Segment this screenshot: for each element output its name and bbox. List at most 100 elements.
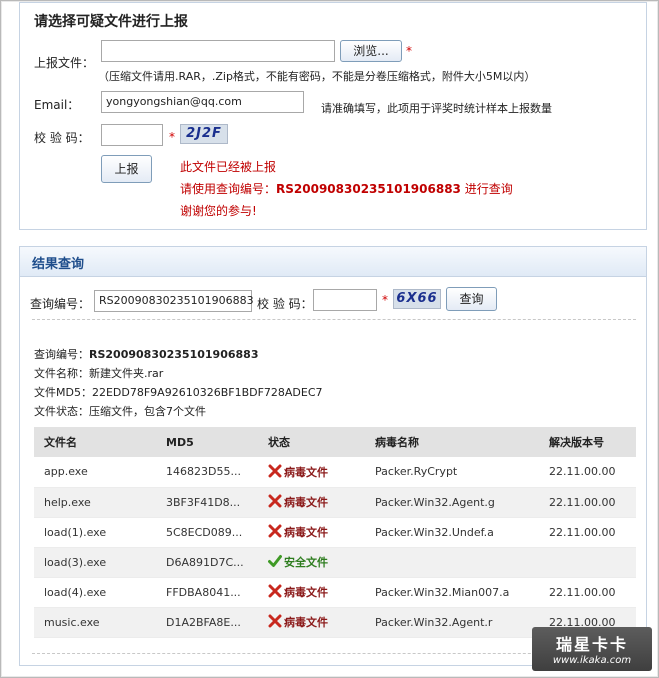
query-button[interactable]: 查询 [446, 287, 497, 311]
query-id-message: 请使用查询编号：RS20090830235101906883 进行查询 [180, 180, 513, 197]
virus-x-icon [268, 584, 282, 598]
upload-title: 请选择可疑文件进行上报 [34, 14, 188, 30]
row-file-name: load(4).exe [34, 577, 156, 608]
row-status-text: 病毒文件 [284, 465, 328, 479]
info-file-md5-value: 22EDD78F9A92610326BF1BDF728ADEC7 [91, 386, 323, 399]
query-captcha-required-mark: * [382, 293, 388, 307]
row-virus-name: Packer.Win32.Agent.r [365, 607, 539, 638]
row-status: 病毒文件 [258, 607, 365, 638]
info-file-name-value: 新建文件夹.rar [89, 367, 164, 380]
query-id-prefix: 请使用查询编号： [180, 182, 277, 196]
row-status: 安全文件 [258, 547, 365, 578]
row-md5: 3BF3F41D8... [156, 487, 258, 518]
row-virus-name: Packer.Win32.Agent.g [365, 487, 539, 518]
virus-x-icon [268, 524, 282, 538]
info-query-id: 查询编号：RS20090830235101906883 [34, 346, 258, 362]
info-query-id-label: 查询编号： [34, 348, 89, 361]
row-file-name: app.exe [34, 457, 156, 488]
file-path-input[interactable] [101, 40, 335, 62]
row-status-text: 安全文件 [284, 556, 328, 569]
upload-panel: 请选择可疑文件进行上报 上报文件： 浏览... * （压缩文件请用.RAR，.Z… [19, 2, 647, 230]
divider [32, 319, 636, 320]
email-hint: 请准确填写，此项用于评奖时统计样本上报数量 [321, 102, 552, 115]
header-virus-name: 病毒名称 [365, 427, 539, 457]
window-frame: 请选择可疑文件进行上报 上报文件： 浏览... * （压缩文件请用.RAR，.Z… [0, 0, 659, 678]
submit-report-button[interactable]: 上报 [101, 155, 152, 183]
query-captcha-image: 6X66 [393, 289, 441, 309]
upload-captcha-label: 校 验 码： [34, 131, 90, 145]
row-status: 病毒文件 [258, 517, 365, 548]
info-file-md5: 文件MD5：22EDD78F9A92610326BF1BDF728ADEC7 [34, 384, 323, 400]
table-row: help.exe 3BF3F41D8... 病毒文件 Packer.Win32.… [34, 487, 636, 518]
browse-button[interactable]: 浏览... [340, 40, 402, 62]
row-status: 病毒文件 [258, 457, 365, 488]
info-file-md5-label: 文件MD5： [34, 386, 92, 399]
query-captcha-input[interactable] [313, 289, 377, 311]
email-label: Email： [34, 98, 80, 112]
thanks-message: 谢谢您的参与! [180, 204, 257, 218]
header-status: 状态 [258, 427, 365, 457]
row-virus-name [365, 547, 539, 578]
watermark-logo: 瑞星卡卡 [555, 635, 628, 654]
captcha-required-mark: * [169, 130, 175, 144]
query-id-label: 查询编号： [30, 297, 91, 311]
virus-x-icon [268, 464, 282, 478]
file-format-hint: （压缩文件请用.RAR，.Zip格式，不能有密码，不能是分卷压缩格式，附件大小5… [98, 70, 536, 83]
table-header-row: 文件名 MD5 状态 病毒名称 解决版本号 [34, 427, 636, 457]
query-id-input[interactable]: RS20090830235101906883 [94, 290, 254, 312]
row-virus-name: Packer.RyCrypt [365, 457, 539, 488]
upload-captcha-input[interactable] [101, 124, 163, 146]
file-required-mark: * [406, 44, 412, 58]
row-file-name: load(3).exe [34, 547, 156, 578]
row-md5: D1A2BFA8E... [156, 607, 258, 638]
table-row: app.exe 146823D55... 病毒文件 Packer.RyCrypt… [34, 457, 636, 488]
row-status-text: 病毒文件 [284, 526, 328, 539]
file-label: 上报文件： [34, 56, 95, 70]
row-md5: D6A891D7C... [156, 547, 258, 578]
row-fix-version [539, 547, 636, 578]
row-md5: 146823D55... [156, 457, 258, 488]
row-file-name: help.exe [34, 487, 156, 518]
email-input[interactable]: yongyongshian@qq.com [101, 91, 304, 113]
query-captcha-label: 校 验 码： [257, 297, 313, 311]
query-id-suffix: 进行查询 [460, 182, 513, 196]
info-file-name: 文件名称：新建文件夹.rar [34, 365, 163, 381]
virus-x-icon [268, 614, 282, 628]
info-query-id-value: RS20090830235101906883 [89, 348, 259, 361]
result-panel: 结果查询 查询编号： RS20090830235101906883 校 验 码：… [19, 246, 647, 666]
row-status-text: 病毒文件 [284, 586, 328, 599]
info-file-status-label: 文件状态： [34, 405, 89, 418]
safe-check-icon [268, 555, 282, 567]
row-virus-name: Packer.Win32.Mian007.a [365, 577, 539, 608]
table-row: load(1).exe 5C8ECD089... 病毒文件 Packer.Win… [34, 517, 636, 548]
header-md5: MD5 [156, 427, 258, 457]
table-row: load(3).exe D6A891D7C... 安全文件 [34, 547, 636, 578]
row-md5: FFDBA8041... [156, 577, 258, 608]
already-reported-message: 此文件已经被上报 [180, 160, 277, 174]
row-md5: 5C8ECD089... [156, 517, 258, 548]
upload-captcha-image: 2J2F [180, 124, 228, 144]
row-fix-version: 22.11.00.00 [539, 457, 636, 488]
header-file-name: 文件名 [34, 427, 156, 457]
row-file-name: load(1).exe [34, 517, 156, 548]
ikaka-watermark: 瑞星卡卡 www.ikaka.com [532, 627, 652, 671]
watermark-url: www.ikaka.com [552, 655, 632, 666]
row-status: 病毒文件 [258, 577, 365, 608]
info-file-name-label: 文件名称： [34, 367, 89, 380]
query-id-value: RS20090830235101906883 [276, 182, 461, 196]
row-fix-version: 22.11.00.00 [539, 517, 636, 548]
virus-x-icon [268, 494, 282, 508]
row-status: 病毒文件 [258, 487, 365, 518]
row-virus-name: Packer.Win32.Undef.a [365, 517, 539, 548]
row-fix-version: 22.11.00.00 [539, 577, 636, 608]
row-status-text: 病毒文件 [284, 616, 328, 629]
result-header: 结果查询 [20, 247, 646, 277]
header-fix-version: 解决版本号 [539, 427, 636, 457]
file-results-table: 文件名 MD5 状态 病毒名称 解决版本号 app.exe 146823D55.… [34, 427, 636, 638]
table-row: load(4).exe FFDBA8041... 病毒文件 Packer.Win… [34, 577, 636, 608]
row-fix-version: 22.11.00.00 [539, 487, 636, 518]
row-status-text: 病毒文件 [284, 496, 328, 509]
row-file-name: music.exe [34, 607, 156, 638]
info-file-status: 文件状态：压缩文件，包含7个文件 [34, 403, 206, 419]
info-file-status-value: 压缩文件，包含7个文件 [89, 405, 206, 418]
